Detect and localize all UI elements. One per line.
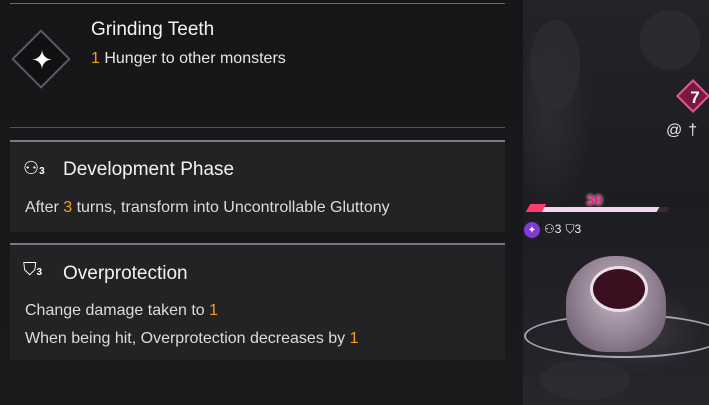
overprotection-status[interactable]: ⛉3	[565, 222, 581, 238]
status-count: 3	[574, 222, 582, 236]
enemy-hp-bar	[525, 204, 670, 218]
effect-card-overprotection: ⛉3 Overprotection Change damage taken to…	[10, 243, 505, 360]
turn-counter-badge: 7	[676, 79, 709, 113]
text-segment: When being hit, Overprotection decreases…	[25, 330, 350, 347]
effect-description-line-2: When being hit, Overprotection decreases…	[25, 330, 359, 348]
icon-count: 3	[36, 267, 43, 278]
icon-count: 3	[39, 166, 45, 177]
divider	[10, 127, 505, 128]
text-segment: After	[25, 199, 64, 216]
status-count: 3	[554, 222, 562, 236]
effect-title: Overprotection	[63, 263, 188, 284]
turns-value: 3	[63, 199, 73, 216]
effect-card-development-phase: ⚇3 Development Phase After 3 turns, tran…	[10, 140, 505, 232]
skill-desc-text: Hunger to other monsters	[99, 50, 286, 67]
enemy-monster[interactable]	[556, 244, 676, 352]
text-segment: turns, transform into Uncontrollable Glu…	[72, 199, 390, 216]
skill-name: Grinding Teeth	[91, 19, 215, 40]
effect-title: Development Phase	[63, 159, 235, 180]
effect-description: After 3 turns, transform into Uncontroll…	[25, 199, 390, 217]
divider	[10, 3, 505, 4]
monster-mouth	[590, 266, 648, 312]
enemy-intent: @ †	[666, 122, 697, 140]
shield-icon: ⛉3	[23, 259, 43, 279]
hp-bar-fill	[536, 207, 660, 212]
skill-tooltip-panel: ✦ Grinding Teeth 1 Hunger to other monst…	[0, 0, 523, 405]
background-rock	[640, 10, 700, 70]
skill-value: 1	[91, 50, 100, 67]
sparkle-icon: ✦	[31, 44, 53, 75]
card-top-border	[10, 243, 505, 245]
background-rock	[530, 20, 580, 110]
text-segment: Change damage taken to	[25, 302, 210, 319]
sword-icon: †	[688, 122, 698, 139]
magic-icon[interactable]: ✦	[524, 222, 540, 238]
damage-value: 1	[209, 302, 219, 319]
card-top-border	[10, 140, 505, 142]
decrease-value: 1	[349, 330, 359, 347]
effect-description-line-1: Change damage taken to 1	[25, 302, 218, 320]
development-phase-status[interactable]: ⚇3	[544, 222, 561, 238]
swirl-icon: @	[666, 122, 683, 139]
skill-description: 1 Hunger to other monsters	[91, 50, 286, 68]
development-phase-icon: ⚇3	[23, 158, 45, 178]
turn-counter-value: 7	[690, 88, 700, 107]
background-rock	[540, 360, 630, 400]
enemy-status-row[interactable]: ✦ ⚇3 ⛉3	[524, 222, 581, 238]
development-phase-icon: ⚇	[544, 222, 555, 236]
